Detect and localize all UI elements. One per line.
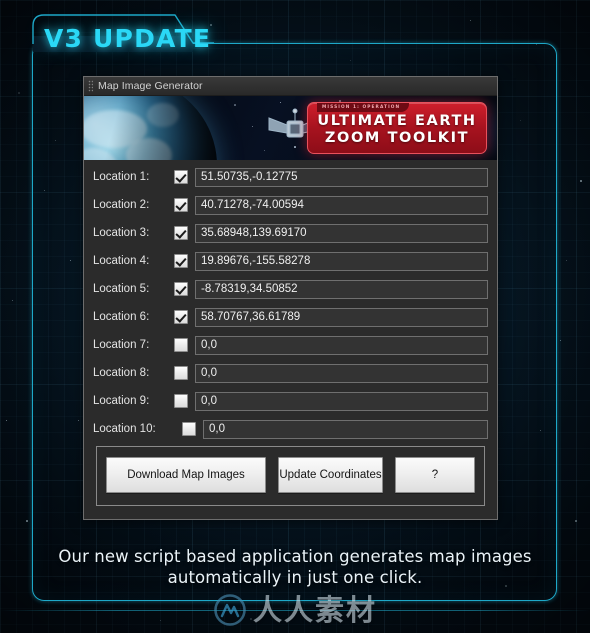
window-titlebar[interactable]: Map Image Generator [84, 77, 497, 96]
location-checkbox-9[interactable] [174, 394, 188, 408]
location-input-3[interactable] [195, 223, 488, 243]
location-label-10: Location 10: [93, 423, 156, 435]
location-input-1[interactable] [195, 167, 488, 187]
location-checkbox-1[interactable] [174, 170, 188, 184]
ultimate-earth-zoom-toolkit-logo: MISSION 1: OPERATION ULTIMATE EARTH ZOOM… [307, 102, 487, 154]
location-row: Location 2: [93, 194, 488, 216]
logo-line-1: ULTIMATE EARTH [317, 113, 477, 129]
logo-tab-label: MISSION 1: OPERATION [317, 103, 410, 112]
page-title: V3 UPDATE [44, 24, 212, 53]
location-checkbox-cell-5 [167, 282, 195, 296]
location-label-8: Location 8: [93, 367, 150, 379]
help-button[interactable]: ? [395, 457, 475, 493]
grip-dots-icon[interactable] [88, 80, 93, 92]
location-row: Location 6: [93, 306, 488, 328]
location-row: Location 1: [93, 166, 488, 188]
location-input-7[interactable] [195, 335, 488, 355]
location-row: Location 7: [93, 334, 488, 356]
location-checkbox-4[interactable] [174, 254, 188, 268]
product-banner: MISSION 1: OPERATION ULTIMATE EARTH ZOOM… [84, 96, 497, 160]
location-row: Location 3: [93, 222, 488, 244]
actions-group: Download Map Images Update Coordinates ? [96, 446, 485, 506]
location-label-9: Location 9: [93, 395, 150, 407]
location-checkbox-cell-8 [167, 366, 195, 380]
window-title-label: Map Image Generator [98, 80, 203, 92]
location-checkbox-cell-1 [167, 170, 195, 184]
location-checkbox-7[interactable] [174, 338, 188, 352]
location-input-5[interactable] [195, 279, 488, 299]
location-input-10[interactable] [203, 419, 488, 439]
caption-line-1: Our new script based application generat… [58, 547, 532, 566]
location-checkbox-cell-6 [167, 310, 195, 324]
location-checkbox-2[interactable] [174, 198, 188, 212]
location-checkbox-cell-10 [175, 422, 203, 436]
location-input-9[interactable] [195, 391, 488, 411]
location-label-2: Location 2: [93, 199, 150, 211]
location-label-5: Location 5: [93, 283, 150, 295]
location-checkbox-10[interactable] [182, 422, 196, 436]
location-checkbox-5[interactable] [174, 282, 188, 296]
location-input-8[interactable] [195, 363, 488, 383]
location-checkbox-cell-9 [167, 394, 195, 408]
location-checkbox-3[interactable] [174, 226, 188, 240]
location-label-4: Location 4: [93, 255, 150, 267]
location-label-1: Location 1: [93, 171, 150, 183]
location-input-6[interactable] [195, 307, 488, 327]
location-row: Location 9: [93, 390, 488, 412]
download-map-images-button[interactable]: Download Map Images [106, 457, 266, 493]
location-checkbox-cell-7 [167, 338, 195, 352]
location-row: Location 5: [93, 278, 488, 300]
location-label-7: Location 7: [93, 339, 150, 351]
logo-line-2: ZOOM TOOLKIT [324, 130, 470, 146]
watermark-divider [0, 610, 590, 611]
caption-line-2: automatically in just one click. [167, 568, 423, 587]
update-coordinates-button[interactable]: Update Coordinates [278, 457, 383, 493]
location-checkbox-cell-2 [167, 198, 195, 212]
location-row: Location 10: [93, 418, 488, 440]
location-checkbox-6[interactable] [174, 310, 188, 324]
map-image-generator-window: Map Image Generator MISSION 1: OPERATION… [83, 76, 498, 520]
location-label-3: Location 3: [93, 227, 150, 239]
location-row: Location 8: [93, 362, 488, 384]
location-input-4[interactable] [195, 251, 488, 271]
location-label-6: Location 6: [93, 311, 150, 323]
location-input-2[interactable] [195, 195, 488, 215]
caption-text: Our new script based application generat… [0, 546, 590, 588]
location-checkbox-8[interactable] [174, 366, 188, 380]
location-checkbox-cell-4 [167, 254, 195, 268]
location-checkbox-cell-3 [167, 226, 195, 240]
locations-form: Location 1: Location 2: Location 3: Locatio… [84, 160, 497, 519]
locations-list: Location 1: Location 2: Location 3: Locatio… [93, 166, 488, 440]
location-row: Location 4: [93, 250, 488, 272]
